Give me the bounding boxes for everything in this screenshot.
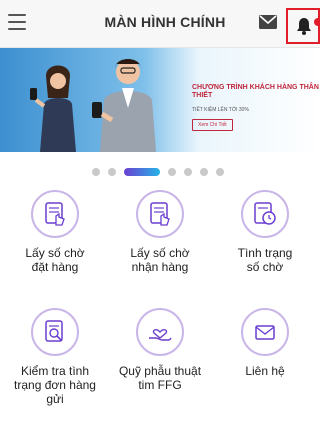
top-bar: MÀN HÌNH CHÍNH: [0, 0, 320, 48]
tile-contact[interactable]: Liên hệ: [212, 308, 318, 428]
carousel-dots: [92, 168, 252, 176]
bell-icon: [297, 18, 311, 35]
tile-heart-fund[interactable]: Quỹ phẫu thuật tim FFG: [107, 308, 213, 428]
contact-mail-icon: [241, 308, 289, 356]
hamburger-icon[interactable]: [8, 14, 26, 30]
banner-details-button[interactable]: Xem Chi Tiết: [192, 119, 233, 131]
tile-label: Tình trạng số chờ: [237, 246, 293, 274]
banner-subtitle: TIẾT KIỆM LÊN TỚI 30%: [192, 107, 249, 113]
banner-people-illustration: [30, 59, 156, 152]
carousel-dot[interactable]: [92, 168, 100, 176]
tile-pickup-ticket[interactable]: Lấy số chờ nhận hàng: [107, 190, 213, 300]
carousel-dot[interactable]: [216, 168, 224, 176]
carousel-dot[interactable]: [108, 168, 116, 176]
carousel-dot-active[interactable]: [124, 168, 160, 176]
heart-fund-icon: [136, 308, 184, 356]
tile-order-ticket[interactable]: Lấy số chờ đặt hàng: [2, 190, 108, 300]
pickup-ticket-icon: [136, 190, 184, 238]
tile-queue-status[interactable]: Tình trạng số chờ: [212, 190, 318, 300]
order-ticket-icon: [31, 190, 79, 238]
banner-text: CHƯƠNG TRÌNH KHÁCH HÀNG THÂN THIẾT TIẾT …: [192, 84, 320, 131]
tile-label: Quỹ phẫu thuật tim FFG: [118, 364, 202, 392]
banner-headline: CHƯƠNG TRÌNH KHÁCH HÀNG THÂN THIẾT: [192, 84, 319, 99]
order-check-icon: [31, 308, 79, 356]
tile-order-check[interactable]: Kiểm tra tình trạng đơn hàng gửi: [2, 308, 108, 428]
notification-dot: [314, 18, 320, 26]
carousel-dot[interactable]: [184, 168, 192, 176]
tile-label: Lấy số chờ đặt hàng: [25, 246, 85, 274]
tile-label: Kiểm tra tình trạng đơn hàng gửi: [14, 364, 96, 406]
queue-status-icon: [241, 190, 289, 238]
promo-banner[interactable]: CHƯƠNG TRÌNH KHÁCH HÀNG THÂN THIẾT TIẾT …: [0, 48, 320, 152]
tile-label: Liên hệ: [245, 364, 285, 378]
tile-label: Lấy số chờ nhận hàng: [130, 246, 190, 274]
carousel-dot[interactable]: [168, 168, 176, 176]
page-title: MÀN HÌNH CHÍNH: [104, 14, 226, 30]
mail-icon[interactable]: [259, 15, 277, 29]
notification-button[interactable]: [286, 8, 320, 44]
carousel-dot[interactable]: [200, 168, 208, 176]
